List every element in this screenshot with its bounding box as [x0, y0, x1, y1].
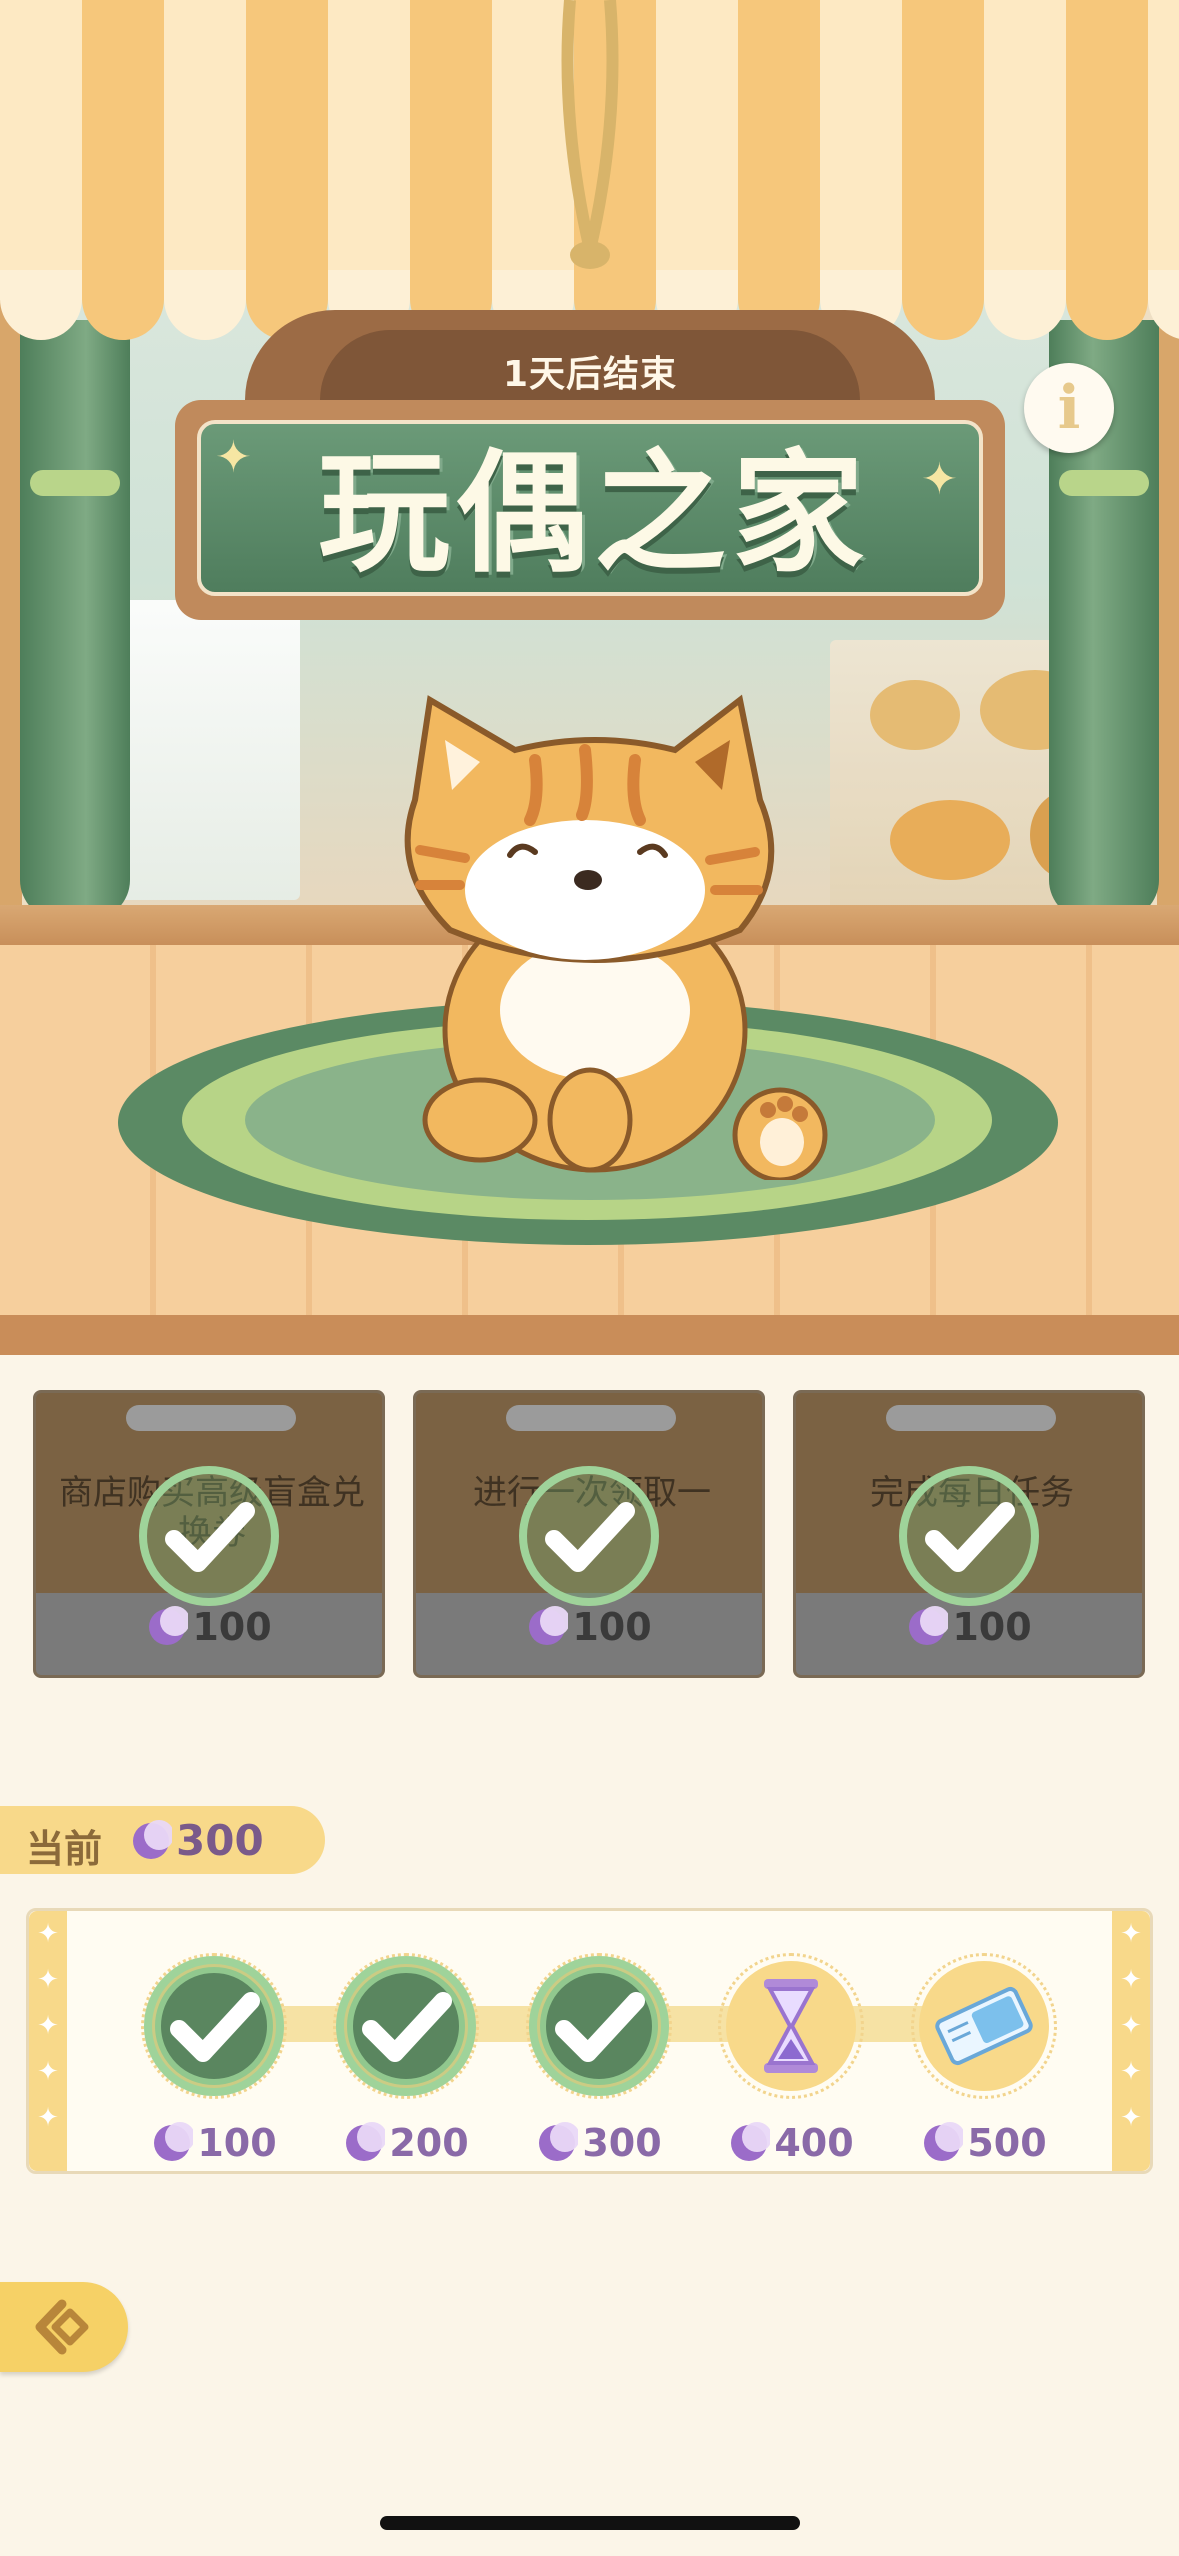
ticket-icon: [935, 1986, 1033, 2066]
milestone-cost-value: 400: [774, 2121, 854, 2165]
back-arrow-icon: [35, 2299, 89, 2355]
milestone-cost: 300: [504, 2121, 694, 2167]
task-card[interactable]: 商店购买高级盲盒兑换券 100: [33, 1390, 385, 1678]
check-icon: [336, 1956, 476, 2096]
task-reward: 100: [36, 1605, 382, 1651]
milestone-cost: 400: [696, 2121, 886, 2167]
sparkle-icon: ✦: [215, 432, 252, 483]
task-reward-amount: 100: [192, 1605, 272, 1649]
check-icon: [139, 1466, 279, 1606]
check-icon: [144, 1956, 284, 2096]
info-button[interactable]: i: [1024, 363, 1114, 453]
task-reward-amount: 100: [572, 1605, 652, 1649]
awning-scallop: [0, 270, 82, 340]
moon-currency-icon: [133, 1819, 172, 1859]
milestone-cost-value: 100: [197, 2121, 277, 2165]
moon-currency-icon: [909, 1605, 949, 1645]
sign-board: 玩偶之家 ✦ ✦: [175, 400, 1005, 620]
milestone-node[interactable]: 400: [718, 1953, 864, 2165]
moon-currency-icon: [149, 1605, 189, 1645]
current-points: 300: [130, 1816, 264, 1865]
pillar: [0, 300, 22, 920]
event-title: 玩偶之家: [318, 437, 870, 591]
pillar: [1157, 300, 1179, 920]
task-card[interactable]: 完成每日任务 100: [793, 1390, 1145, 1678]
awning-scallop: [82, 270, 164, 340]
home-indicator[interactable]: [380, 2516, 800, 2530]
track-side-right: ✦ ✦ ✦ ✦ ✦: [1112, 1911, 1150, 2171]
task-clip: [126, 1405, 296, 1431]
check-icon: [519, 1466, 659, 1606]
milestone-cost: 500: [889, 2121, 1079, 2167]
milestone-cost-value: 200: [389, 2121, 469, 2165]
moon-currency-icon: [539, 2121, 579, 2161]
milestone-node[interactable]: 200: [333, 1953, 479, 2165]
moon-currency-icon: [154, 2121, 194, 2161]
floor-edge: [0, 1315, 1179, 1355]
milestone-cost-value: 500: [967, 2121, 1047, 2165]
sparkle-icon: ✦: [921, 454, 958, 505]
track-side-left: ✦ ✦ ✦ ✦ ✦: [29, 1911, 67, 2171]
milestone-node[interactable]: 300: [526, 1953, 672, 2165]
back-button[interactable]: [0, 2282, 128, 2372]
event-sign: 1天后结束 玩偶之家 ✦ ✦: [175, 285, 1005, 620]
task-clip: [506, 1405, 676, 1431]
awning-scallop: [1148, 270, 1179, 340]
milestone-cost-value: 300: [582, 2121, 662, 2165]
hourglass-icon: [764, 1979, 818, 2073]
curtain-left: [20, 320, 130, 920]
current-points-value: 300: [176, 1816, 264, 1865]
task-reward: 100: [416, 1605, 762, 1651]
awning-scallop: [1066, 270, 1148, 340]
milestone-cost: 200: [311, 2121, 501, 2167]
check-icon: [899, 1466, 1039, 1606]
milestone-cost: 100: [119, 2121, 309, 2167]
current-label: 当前: [26, 1827, 103, 1871]
task-reward: 100: [796, 1605, 1142, 1651]
tabby-cat-plush: [404, 694, 828, 1180]
event-countdown: 1天后结束: [502, 354, 678, 395]
task-reward-amount: 100: [952, 1605, 1032, 1649]
sign-rope: [561, 0, 619, 269]
moon-currency-icon: [731, 2121, 771, 2161]
moon-currency-icon: [924, 2121, 964, 2161]
milestone-track: ✦ ✦ ✦ ✦ ✦ ✦ ✦ ✦ ✦ ✦ 100 200 300 400 500: [26, 1908, 1153, 2174]
sign-face: 玩偶之家 ✦ ✦: [197, 420, 983, 596]
check-icon: [529, 1956, 669, 2096]
moon-currency-icon: [529, 1605, 569, 1645]
milestone-node[interactable]: 500: [911, 1953, 1057, 2165]
current-points-pill: 当前 300: [0, 1806, 325, 1874]
task-card[interactable]: 进行一次领取一 100: [413, 1390, 765, 1678]
moon-currency-icon: [346, 2121, 386, 2161]
event-banner-scene: 1天后结束 玩偶之家 ✦ ✦ i: [0, 0, 1179, 1355]
task-clip: [886, 1405, 1056, 1431]
milestone-node[interactable]: 100: [141, 1953, 287, 2165]
